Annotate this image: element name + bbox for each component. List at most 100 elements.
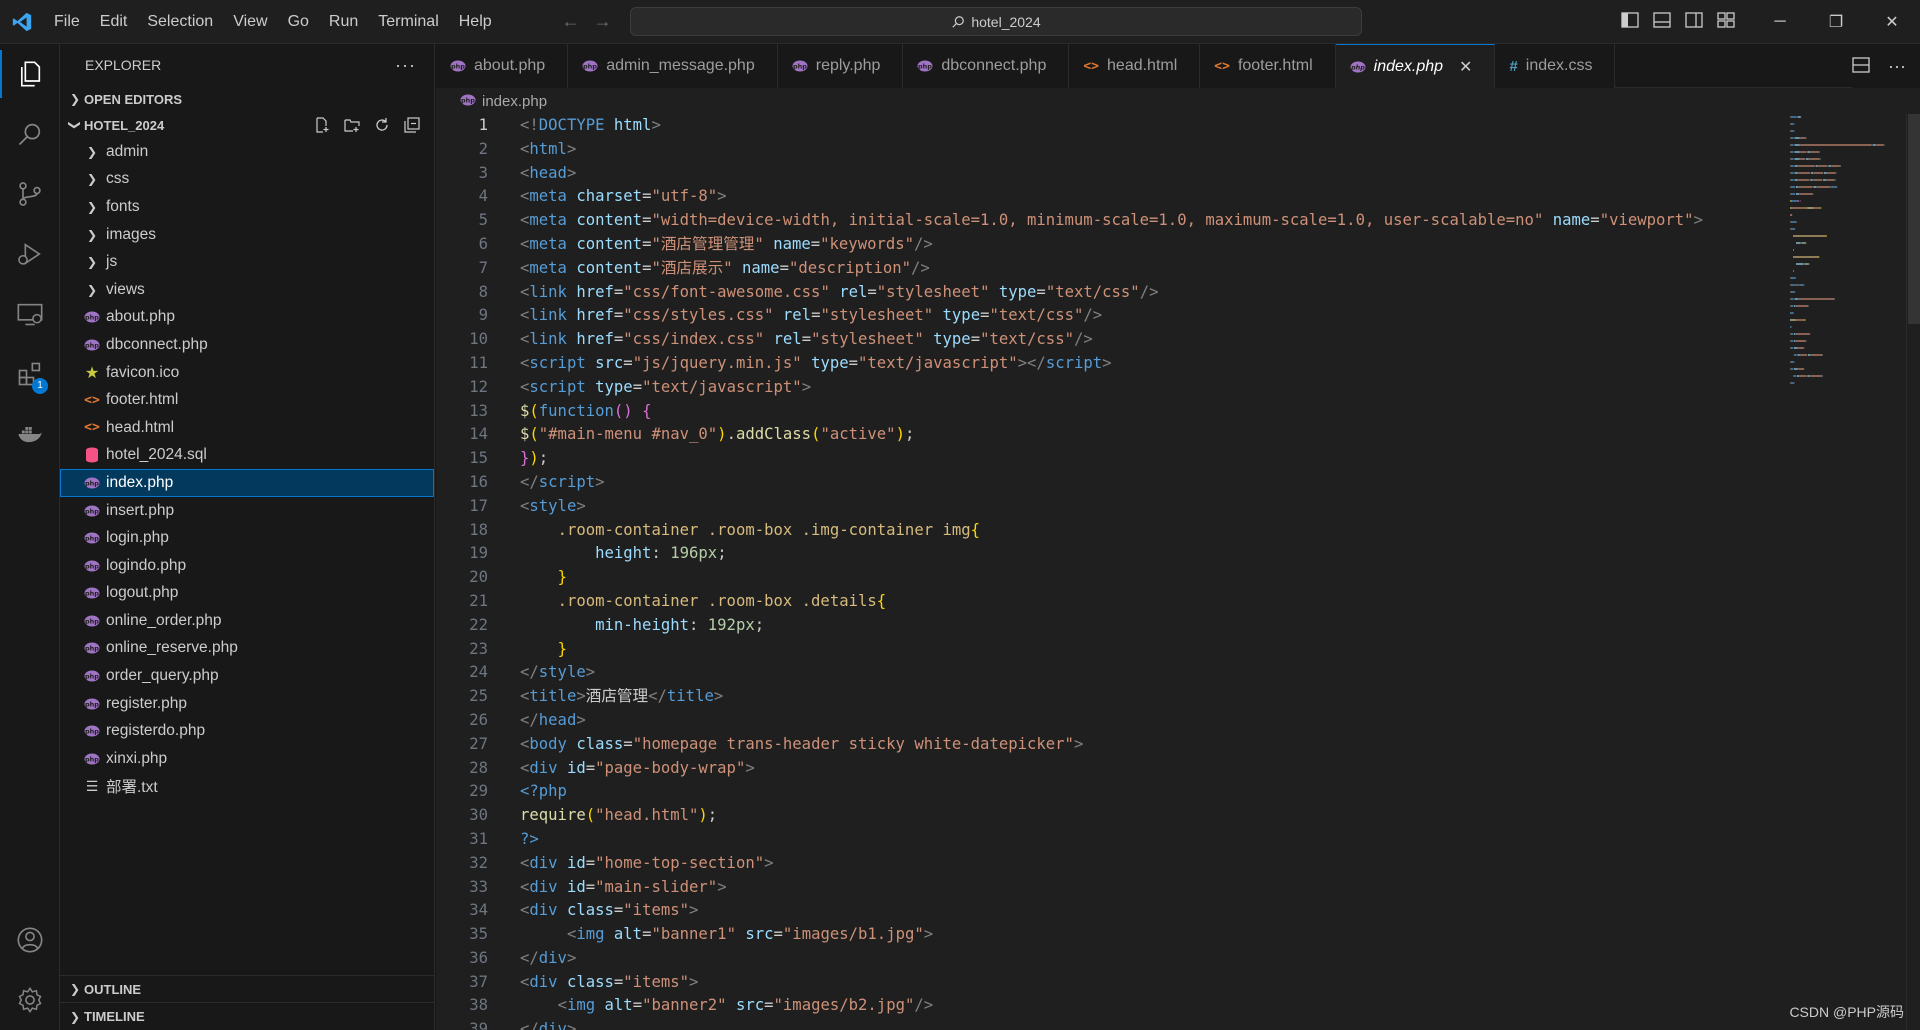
code-line[interactable]: 2 <html> — [436, 138, 1786, 162]
timeline-section[interactable]: ❯ TIMELINE — [60, 1002, 435, 1030]
tree-file[interactable]: <> footer.html — [60, 386, 434, 414]
account-icon[interactable] — [0, 910, 60, 970]
more-actions-icon[interactable]: ··· — [395, 55, 416, 76]
vertical-scrollbar[interactable] — [1906, 114, 1920, 1030]
menu-help[interactable]: Help — [449, 7, 502, 37]
tree-file[interactable]: ★ favicon.ico — [60, 359, 434, 387]
code-line[interactable]: 30 require("head.html"); — [436, 804, 1786, 828]
arrow-left-icon[interactable]: ← — [562, 11, 580, 32]
project-section[interactable]: ❯ HOTEL_2024 — [60, 112, 434, 138]
refresh-icon[interactable] — [372, 115, 392, 135]
code-line[interactable]: 23 } — [436, 638, 1786, 662]
code-line[interactable]: 26 </head> — [436, 709, 1786, 733]
minimap[interactable] — [1788, 114, 1898, 1030]
toggle-primary-sidebar-icon[interactable] — [1620, 10, 1640, 30]
arrow-right-icon[interactable]: → — [594, 11, 612, 32]
collapse-all-icon[interactable] — [402, 115, 422, 135]
docker-icon[interactable] — [0, 404, 60, 464]
menu-edit[interactable]: Edit — [90, 7, 138, 37]
code-line[interactable]: 3 <head> — [436, 162, 1786, 186]
tree-file[interactable]: ☰ 部署.txt — [60, 773, 434, 801]
tree-file[interactable]: php index.php — [60, 469, 434, 497]
tree-file[interactable]: php online_reserve.php — [60, 635, 434, 663]
customize-layout-icon[interactable] — [1716, 10, 1736, 30]
editor-tab[interactable]: php about.php — [436, 44, 569, 88]
tree-folder[interactable]: ❯ fonts — [60, 193, 434, 221]
code-line[interactable]: 29 <?php — [436, 780, 1786, 804]
menu-run[interactable]: Run — [319, 7, 368, 37]
more-actions-icon[interactable]: ··· — [1888, 56, 1906, 77]
editor-tab[interactable]: <> footer.html — [1200, 44, 1336, 88]
tree-file[interactable]: php online_order.php — [60, 607, 434, 635]
settings-gear-icon[interactable] — [0, 970, 60, 1030]
tree-folder[interactable]: ❯ css — [60, 166, 434, 194]
tree-file[interactable]: <> head.html — [60, 414, 434, 442]
code-line[interactable]: 16 </script> — [436, 471, 1786, 495]
code-line[interactable]: 36 </div> — [436, 947, 1786, 971]
editor-tab[interactable]: php index.php ✕ — [1335, 44, 1496, 88]
tree-file[interactable]: php dbconnect.php — [60, 331, 434, 359]
tree-folder[interactable]: ❯ js — [60, 248, 434, 276]
breadcrumb[interactable]: php index.php — [436, 88, 1920, 114]
tree-folder[interactable]: ❯ views — [60, 276, 434, 304]
code-line[interactable]: 18 .room-container .room-box .img-contai… — [436, 519, 1786, 543]
code-line[interactable]: 11 <script src="js/jquery.min.js" type="t… — [436, 352, 1786, 376]
code-line[interactable]: 25 <title>酒店管理</title> — [436, 685, 1786, 709]
tree-file[interactable]: php logindo.php — [60, 552, 434, 580]
code-line[interactable]: 7 <meta content="酒店展示" name="description"… — [436, 257, 1786, 281]
menu-view[interactable]: View — [223, 7, 277, 37]
tree-file[interactable]: php register.php — [60, 690, 434, 718]
extensions-icon[interactable]: 1 — [0, 344, 60, 404]
close-tab-icon[interactable]: ✕ — [1459, 57, 1472, 77]
tree-file[interactable]: php insert.php — [60, 497, 434, 525]
tree-file[interactable]: hotel_2024.sql — [60, 442, 434, 470]
source-control-icon[interactable] — [0, 164, 60, 224]
code-line[interactable]: 35 <img alt="banner1" src="images/b1.jpg… — [436, 923, 1786, 947]
outline-section[interactable]: ❯ OUTLINE — [60, 975, 435, 1002]
code-line[interactable]: 14 $("#main-menu #nav_0").addClass("activ… — [436, 423, 1786, 447]
run-debug-icon[interactable] — [0, 224, 60, 284]
code-line[interactable]: 27 <body class="homepage trans-header sti… — [436, 733, 1786, 757]
new-file-icon[interactable] — [312, 115, 332, 135]
code-line[interactable]: 33 <div id="main-slider"> — [436, 876, 1786, 900]
search-icon[interactable] — [0, 104, 60, 164]
code-line[interactable]: 19 height: 196px; — [436, 542, 1786, 566]
editor-tab[interactable]: php reply.php — [777, 44, 904, 88]
code-line[interactable]: 5 <meta content = "width=device-width, init… — [436, 209, 1786, 233]
code-line[interactable]: 20 } — [436, 566, 1786, 590]
code-line[interactable]: 15}); — [436, 447, 1786, 471]
restore-icon[interactable]: ❐ — [1808, 0, 1864, 44]
code-line[interactable]: 38 <img alt="banner2" src="images/b2.jpg… — [436, 994, 1786, 1018]
code-line[interactable]: 37 <div class="items"> — [436, 971, 1786, 995]
toggle-panel-icon[interactable] — [1652, 10, 1672, 30]
menu-file[interactable]: File — [44, 7, 90, 37]
command-center-search[interactable]: hotel_2024 — [630, 7, 1362, 36]
editor-tab[interactable]: php dbconnect.php — [903, 44, 1070, 88]
editor-tab[interactable]: # index.css — [1495, 44, 1616, 88]
code-line[interactable]: 28 <div id="page-body-wrap"> — [436, 757, 1786, 781]
code-editor[interactable]: 1 <!DOCTYPE html> 2 <html> 3 <head> 4 <meta cha… — [436, 114, 1786, 1030]
menu-go[interactable]: Go — [278, 7, 319, 37]
code-line[interactable]: 4 <meta charset="utf-8"> — [436, 185, 1786, 209]
menu-selection[interactable]: Selection — [137, 7, 223, 37]
toggle-secondary-sidebar-icon[interactable] — [1684, 10, 1704, 30]
minimize-icon[interactable]: ─ — [1752, 0, 1808, 44]
code-line[interactable]: 21 .room-container .room-box .details{ — [436, 590, 1786, 614]
menu-terminal[interactable]: Terminal — [368, 7, 448, 37]
split-editor-icon[interactable] — [1852, 56, 1870, 76]
tree-file[interactable]: php order_query.php — [60, 662, 434, 690]
code-line[interactable]: 32 <div id="home-top-section"> — [436, 852, 1786, 876]
code-line[interactable]: 22 min-height: 192px; — [436, 614, 1786, 638]
new-folder-icon[interactable] — [342, 115, 362, 135]
code-line[interactable]: 17 <style> — [436, 495, 1786, 519]
code-line[interactable]: 9 <link href="css/styles.css" rel="styles… — [436, 304, 1786, 328]
code-line[interactable]: 34 <div class="items"> — [436, 899, 1786, 923]
tree-file[interactable]: php about.php — [60, 304, 434, 332]
open-editors-section[interactable]: ❯ OPEN EDITORS — [60, 86, 434, 112]
tree-file[interactable]: php registerdo.php — [60, 717, 434, 745]
code-line[interactable]: 10 <link href="css/index.css" rel="styles… — [436, 328, 1786, 352]
explorer-icon[interactable] — [0, 44, 60, 104]
code-line[interactable]: 31 ?> — [436, 828, 1786, 852]
code-line[interactable]: 39 </div> — [436, 1018, 1786, 1030]
scrollbar-thumb[interactable] — [1908, 114, 1920, 324]
